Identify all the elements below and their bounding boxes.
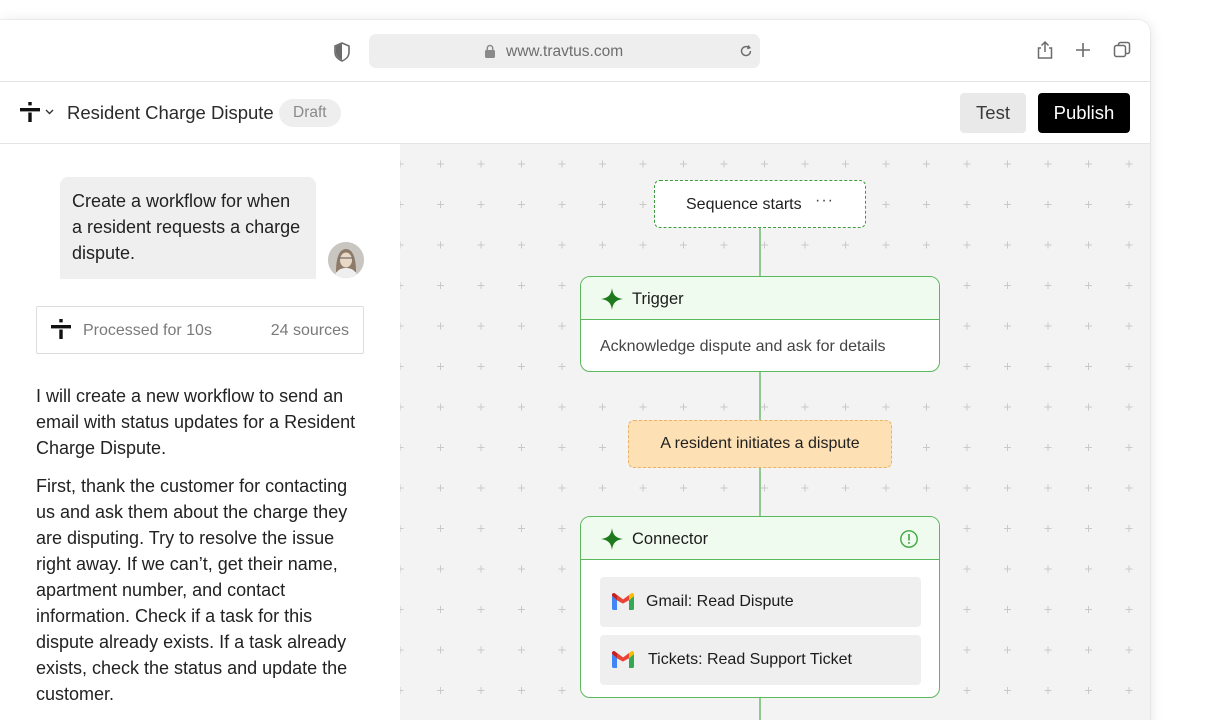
travtus-logo-icon (51, 319, 71, 339)
assistant-reply: I will create a new workflow to send an … (36, 386, 356, 458)
sources-count[interactable]: 24 sources (271, 322, 349, 340)
url-text: www.travtus.com (506, 43, 624, 60)
tabs-icon[interactable] (1112, 40, 1132, 60)
connector-label: Tickets: Read Support Ticket (648, 651, 852, 668)
gmail-icon (612, 593, 634, 610)
test-button[interactable]: Test (960, 93, 1026, 133)
node-description: Acknowledge dispute and ask for details (600, 338, 886, 355)
sparkle-icon (601, 528, 623, 550)
connector-item[interactable]: Gmail: Read Dispute (600, 577, 921, 627)
connector-node[interactable]: Connector Gmail: Read Dispute Tickets: R… (580, 516, 940, 698)
new-tab-icon[interactable] (1073, 40, 1093, 60)
avatar (328, 242, 364, 278)
app-header: Resident Charge Dispute Draft Test Publi… (0, 82, 1150, 144)
gmail-icon (612, 651, 634, 668)
status-badge: Draft (279, 99, 341, 127)
sequence-start-node[interactable]: Sequence starts ··· (654, 180, 866, 228)
node-title: Connector (632, 530, 709, 548)
sparkle-icon (601, 288, 623, 310)
trigger-node[interactable]: Trigger Acknowledge dispute and ask for … (580, 276, 940, 372)
lock-icon (485, 44, 495, 58)
more-options-icon[interactable]: ··· (815, 192, 834, 210)
event-node[interactable]: A resident initiates a dispute (628, 420, 892, 468)
assistant-reply: First, thank the customer for contacting… (36, 476, 348, 704)
shield-icon[interactable] (333, 42, 351, 62)
workflow-canvas[interactable]: Sequence starts ··· Trigger Acknowledge … (400, 144, 1150, 720)
reload-icon[interactable] (739, 44, 753, 58)
chat-panel: Create a workflow for when a resident re… (0, 144, 400, 720)
connector-item[interactable]: Tickets: Read Support Ticket (600, 635, 921, 685)
share-icon[interactable] (1035, 40, 1055, 60)
chevron-down-icon[interactable] (45, 109, 54, 115)
processing-time: Processed for 10s (83, 322, 212, 339)
alert-icon[interactable] (899, 529, 919, 549)
workflow-title: Resident Charge Dispute (67, 102, 274, 123)
processing-status[interactable]: Processed for 10s 24 sources (36, 306, 364, 354)
user-message: Create a workflow for when a resident re… (60, 177, 316, 279)
publish-button[interactable]: Publish (1038, 93, 1130, 133)
node-label: Sequence starts (686, 196, 802, 213)
node-header: Connector (581, 517, 939, 560)
browser-toolbar: www.travtus.com (0, 20, 1150, 82)
travtus-logo-icon[interactable] (20, 102, 40, 122)
node-title: Trigger (632, 290, 684, 308)
address-bar[interactable]: www.travtus.com (369, 34, 760, 68)
browser-window: www.travtus.com Resident Charge Dispute … (0, 20, 1150, 720)
connector-label: Gmail: Read Dispute (646, 593, 794, 610)
node-header: Trigger (581, 277, 939, 320)
